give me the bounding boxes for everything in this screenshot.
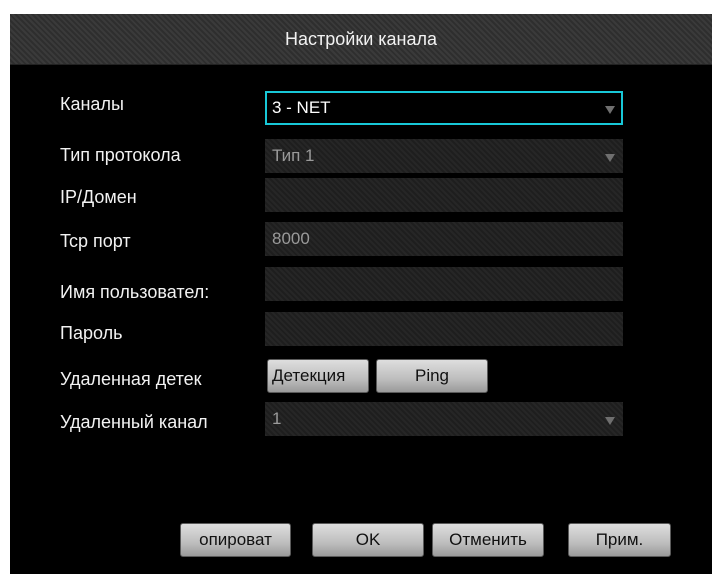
- channels-label: Каналы: [60, 94, 124, 114]
- channels-value: 3 - NET: [272, 98, 331, 117]
- remote-detect-label: Удаленная детек: [60, 369, 202, 389]
- ping-button[interactable]: Ping: [376, 359, 488, 393]
- chevron-down-icon: [605, 106, 615, 114]
- detect-button[interactable]: Детекция: [267, 359, 369, 393]
- username-label: Имя пользовател:: [60, 282, 210, 302]
- channels-select[interactable]: 3 - NET: [265, 91, 623, 125]
- ok-button[interactable]: OK: [312, 523, 424, 557]
- copy-button[interactable]: опироват: [180, 523, 291, 557]
- protocol-type-select[interactable]: Тип 1: [265, 139, 623, 173]
- password-input[interactable]: [265, 312, 623, 346]
- username-input[interactable]: [265, 267, 623, 301]
- remote-channel-value: 1: [272, 409, 282, 428]
- apply-button[interactable]: Прим.: [568, 523, 671, 557]
- ip-domain-input[interactable]: [265, 178, 623, 212]
- chevron-down-icon: [605, 154, 615, 162]
- remote-channel-select[interactable]: 1: [265, 402, 623, 436]
- tcp-port-label: Tcp порт: [60, 231, 131, 251]
- dialog-title: Настройки канала: [284, 29, 437, 49]
- chevron-down-icon: [605, 417, 615, 425]
- protocol-type-label: Тип протокола: [60, 145, 181, 165]
- tcp-port-value: 8000: [272, 229, 310, 248]
- password-label: Пароль: [60, 323, 123, 343]
- protocol-type-value: Тип 1: [272, 146, 315, 165]
- dialog-titlebar: Настройки канала: [10, 14, 712, 65]
- tcp-port-input[interactable]: 8000: [265, 222, 623, 256]
- ip-domain-label: IP/Домен: [60, 187, 137, 207]
- cancel-button[interactable]: Отменить: [432, 523, 544, 557]
- remote-channel-label: Удаленный канал: [60, 412, 208, 432]
- channel-settings-dialog: Настройки канала Каналы 3 - NET Тип прот…: [10, 14, 712, 574]
